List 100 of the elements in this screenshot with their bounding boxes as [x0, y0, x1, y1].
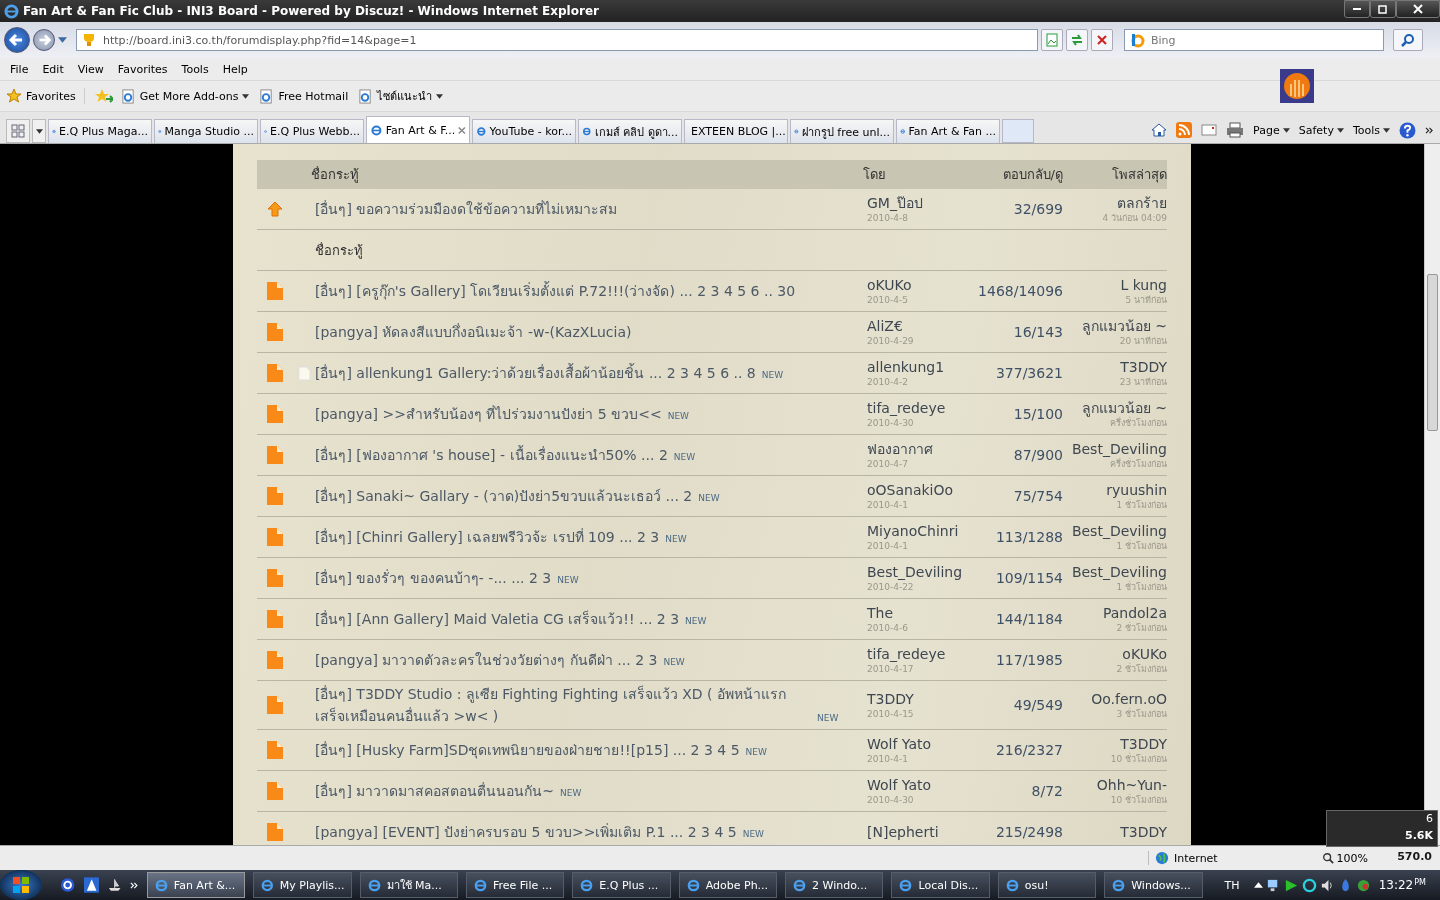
compatibility-button[interactable]: [1041, 29, 1063, 51]
taskbar-button[interactable]: E.Q Plus ...: [572, 872, 671, 898]
menu-item[interactable]: File: [4, 62, 35, 76]
last-poster-name[interactable]: Best_Deviling: [1071, 440, 1167, 458]
author-name[interactable]: Wolf Yato: [867, 776, 977, 794]
thread-title-link[interactable]: [อื่นๆ] allenkung1 Gallery:ว่าด้วยเรื่องเสื้อผ้าน้อยชิ้น ... 2 3 4 5 6 .. 8: [315, 362, 756, 384]
add-favorite-icon[interactable]: [94, 88, 113, 104]
app-circle-icon[interactable]: [60, 877, 76, 893]
author-name[interactable]: The: [867, 604, 977, 622]
author-name[interactable]: oKUKo: [867, 276, 977, 294]
command-menu-button[interactable]: Safety: [1298, 123, 1344, 137]
thread-title-link[interactable]: [อื่นๆ] [Ann Gallery] Maid Valetia CG เสร็จแว้ว!! ... 2 3: [315, 608, 680, 630]
thread-title-link[interactable]: [อื่นๆ] T3DDY Studio : ลูเซีย Fighting Fighting เสร็จแว้ว XD ( อัพหน้าแรกเสร็จเหมือนคนอื่นแล้ว >w< ): [315, 683, 811, 727]
browser-tab[interactable]: เกมส์ คลิป ดูดา...: [578, 119, 682, 143]
menu-item[interactable]: Help: [216, 62, 254, 76]
browser-tab[interactable]: YouTube - kor...: [472, 119, 576, 143]
last-poster-name[interactable]: Best_Deviling: [1071, 522, 1167, 540]
author-name[interactable]: AliZ€: [867, 317, 977, 335]
taskbar-button[interactable]: 2 Windo...: [785, 872, 884, 898]
thread-title-link[interactable]: [อื่นๆ] มาวาดมาสคอสตอนตื่นนอนกัน~: [315, 780, 555, 802]
thread-title-link[interactable]: [อื่นๆ] Sanaki~ Gallary - (วาด)ปังย่า5ขวบแล้วนะเธอว์ ... 2: [315, 485, 693, 507]
taskbar-button[interactable]: มาใช้ Ma...: [359, 872, 458, 898]
last-poster-name[interactable]: T3DDY: [1120, 823, 1167, 841]
taskbar-button[interactable]: osu!: [997, 872, 1097, 898]
last-poster-name[interactable]: ตลกร้าย: [1117, 194, 1167, 212]
thread-title-link[interactable]: [อื่นๆ] ขอความร่วมมืองดใช้ข้อความที่ไม่เหมาะสม: [315, 198, 618, 220]
last-poster-name[interactable]: Pandol2a: [1102, 604, 1167, 622]
play-icon[interactable]: [1283, 877, 1299, 893]
taskbar-button[interactable]: My Playlis...: [253, 872, 352, 898]
thread-title-link[interactable]: [อื่นๆ] [Husky Farm]SDชุดเทพนิยายของฝ่ายชาย!![p15] ... 2 3 4 5: [315, 739, 740, 761]
browser-tab[interactable]: EXTEEN BLOG |...: [684, 119, 788, 143]
last-poster-name[interactable]: ryuushin: [1106, 481, 1167, 499]
taskbar-button[interactable]: Local Dis...: [891, 872, 990, 898]
taskbar-button[interactable]: Fan Art &...: [146, 872, 246, 898]
author-name[interactable]: GM_ป๊อป: [867, 194, 977, 212]
browser-tab[interactable]: Fan Art & Fan ...: [896, 119, 1000, 143]
restore-button[interactable]: [1370, 0, 1396, 18]
printer-icon[interactable]: [1226, 122, 1245, 138]
thread-title-link[interactable]: [pangya] [EVENT] ปังย่าครบรอบ 5 ขวบ>>เพิ่มเติม P.1 ... 2 3 4 5: [315, 821, 737, 843]
author-name[interactable]: T3DDY: [867, 690, 977, 708]
thread-title-link[interactable]: [อื่นๆ] [ฟองอากาศ 's house] - เนื้อเรื่องแนะนำ50% ... 2: [315, 444, 668, 466]
last-poster-name[interactable]: oKUKo: [1122, 645, 1167, 663]
thread-title-link[interactable]: [pangya] หัดลงสีแบบกึ่งอนิเมะจ้า -w-(KazXLucia): [315, 321, 632, 343]
thread-title-link[interactable]: [pangya] >>สำหรับน้องๆ ที่ไปร่วมงานปังย่า 5 ขวบ<<: [315, 403, 662, 425]
rss-feed-icon[interactable]: [1176, 122, 1193, 138]
chevron-icon[interactable]: [1425, 126, 1434, 134]
zoom-level[interactable]: 100%: [1321, 851, 1368, 865]
search-button[interactable]: [1393, 29, 1423, 51]
taskbar-button[interactable]: Adobe Ph...: [678, 872, 778, 898]
author-name[interactable]: oOSanakiOo: [867, 481, 977, 499]
author-name[interactable]: [N]epherti: [867, 823, 977, 841]
author-name[interactable]: MiyanoChinri: [867, 522, 977, 540]
close-button[interactable]: [1396, 0, 1440, 18]
browser-tab[interactable]: E.Q Plus Maga...: [48, 119, 152, 143]
thread-title-link[interactable]: [อื่นๆ] ของรั่วๆ ของคนบ้าๆ- -... ... 2 3: [315, 567, 552, 589]
menu-item[interactable]: Edit: [36, 62, 70, 76]
author-name[interactable]: tifa_redeye: [867, 399, 977, 417]
author-name[interactable]: tifa_redeye: [867, 645, 977, 663]
last-poster-name[interactable]: ลูกแมวน้อย ~: [1081, 399, 1167, 417]
thread-title-link[interactable]: [pangya] มาวาดตัวละครในช่วงวัยต่างๆ กันดีฝ่า ... 2 3: [315, 649, 658, 671]
taskbar-button[interactable]: Windows...: [1104, 872, 1203, 898]
stop-button[interactable]: [1091, 29, 1113, 51]
close-tab-icon[interactable]: [458, 125, 466, 135]
favorites-link[interactable]: ไซต์แนะนำ: [358, 87, 444, 105]
sail-icon[interactable]: [83, 877, 99, 893]
author-name[interactable]: allenkung1: [867, 358, 977, 376]
scrollbar-thumb[interactable]: [1427, 274, 1438, 431]
back-button[interactable]: [4, 27, 30, 53]
thread-title-link[interactable]: [อื่นๆ] [ครูกุ๊ก's Gallery] โดเวียนเริ่มตั้งแต่ P.72!!!(ว่างจัด) ... 2 3 4 5 6 .. 30: [315, 280, 796, 302]
browser-tab[interactable]: Fan Art & F...: [366, 116, 470, 143]
menu-item[interactable]: View: [71, 62, 110, 76]
taskbar-button[interactable]: Free File ...: [465, 872, 565, 898]
browser-tab[interactable]: Manga Studio ...: [154, 119, 258, 143]
last-poster-name[interactable]: Oo.fern.oO: [1091, 690, 1167, 708]
favorites-link[interactable]: Get More Add-ons: [120, 88, 250, 104]
ring-icon[interactable]: [1301, 877, 1317, 893]
help-icon[interactable]: [1399, 121, 1416, 139]
last-poster-name[interactable]: T3DDY: [1120, 735, 1167, 753]
command-menu-button[interactable]: Page: [1253, 123, 1290, 137]
last-poster-name[interactable]: L kung: [1120, 276, 1167, 294]
address-field[interactable]: http://board.ini3.co.th/forumdisplay.php?fid=14&page=1: [76, 29, 1038, 51]
minimize-button[interactable]: [1344, 0, 1370, 18]
menu-item[interactable]: Favorites: [111, 62, 174, 76]
author-name[interactable]: Best_Deviling: [867, 563, 977, 581]
tray-arrow-icon[interactable]: [1253, 882, 1263, 888]
favorites-button[interactable]: Favorites: [6, 88, 85, 104]
tab-list-button[interactable]: [32, 119, 46, 143]
browser-tab[interactable]: E.Q Plus Webb...: [260, 119, 364, 143]
addon-logo-icon[interactable]: [1280, 69, 1314, 103]
refresh-button[interactable]: [1066, 29, 1088, 51]
home-icon[interactable]: [1151, 122, 1168, 138]
search-box[interactable]: Bing: [1124, 29, 1384, 51]
command-menu-button[interactable]: Tools: [1352, 123, 1390, 137]
browser-tab[interactable]: ฝากรูป free unl...: [790, 119, 894, 143]
start-button[interactable]: [0, 870, 43, 900]
last-poster-name[interactable]: Ohh~Yun-: [1096, 776, 1167, 794]
forward-button[interactable]: [33, 29, 55, 51]
language-indicator[interactable]: TH: [1224, 878, 1240, 892]
author-name[interactable]: Wolf Yato: [867, 735, 977, 753]
last-poster-name[interactable]: ลูกแมวน้อย ~: [1081, 317, 1167, 335]
